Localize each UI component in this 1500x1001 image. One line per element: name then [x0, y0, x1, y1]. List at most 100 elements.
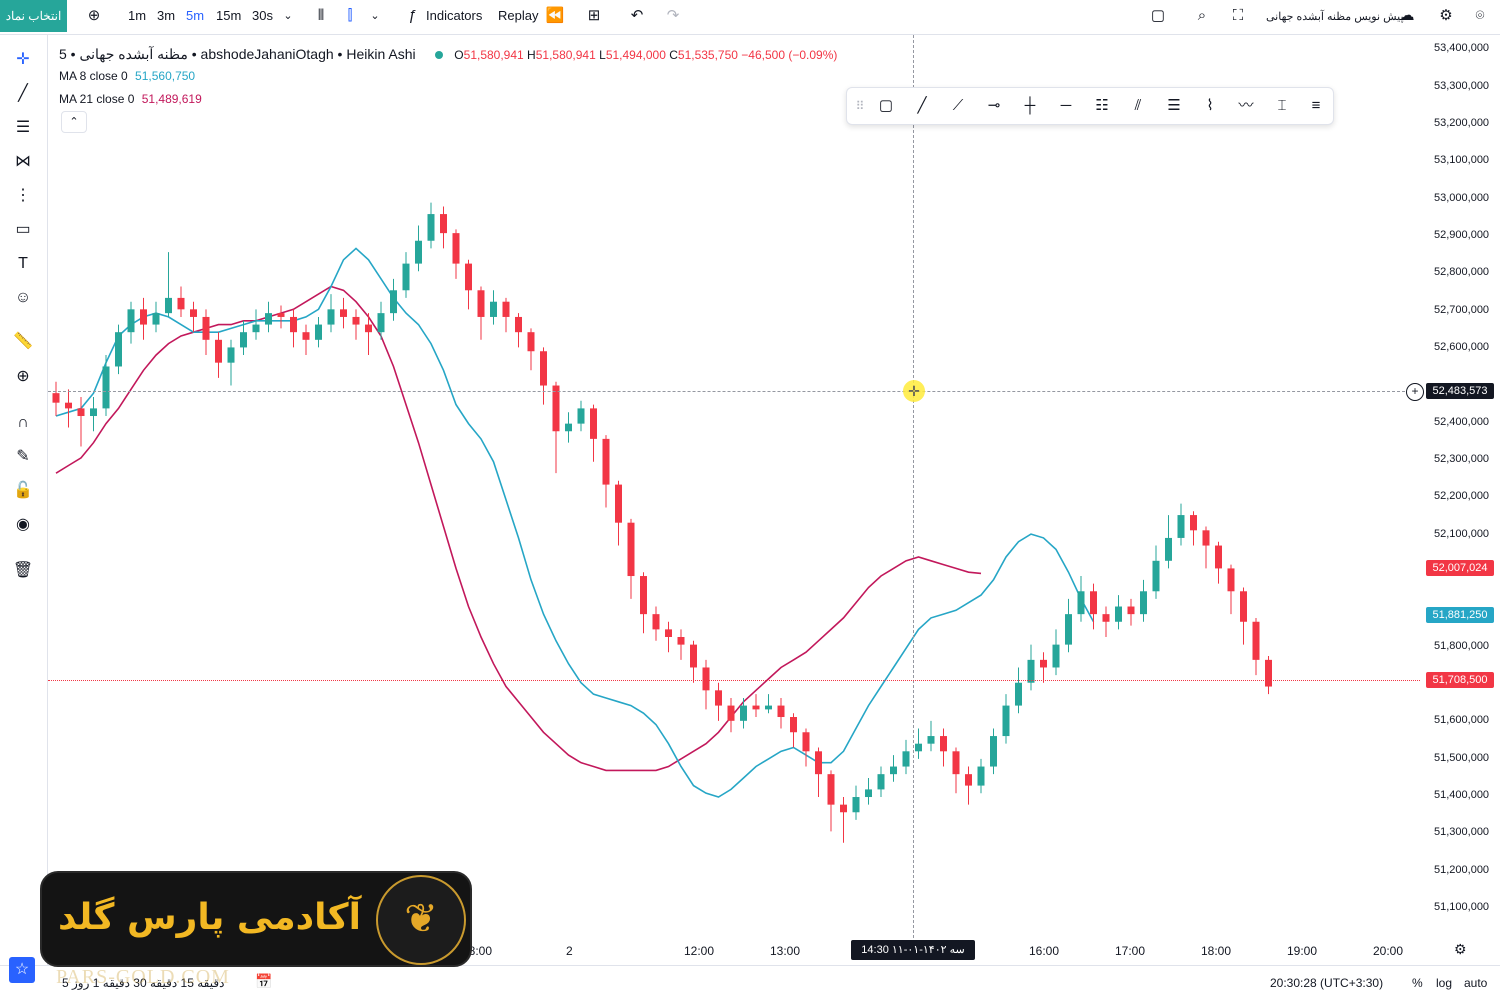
- vertical-line-icon[interactable]: ┼: [1019, 95, 1041, 117]
- candle: [802, 728, 810, 767]
- percent-toggle[interactable]: %: [1412, 976, 1423, 990]
- candle: [415, 225, 422, 272]
- time-label: 19:00: [1287, 944, 1318, 958]
- candle: [840, 797, 847, 843]
- fib-channel-icon[interactable]: ☰: [1163, 95, 1185, 117]
- candle: [1027, 644, 1035, 691]
- add-alert-icon[interactable]: +: [1406, 383, 1424, 401]
- candle: [640, 572, 647, 634]
- candle: [315, 316, 322, 348]
- more-tools-icon[interactable]: ≡: [1305, 95, 1327, 117]
- trend-line-tool-icon[interactable]: ╱: [911, 95, 933, 117]
- price-range-icon[interactable]: ⌶: [1271, 95, 1293, 117]
- academy-logo-banner: آکادمی پارس گلد ❦: [40, 871, 472, 967]
- chart-legend: مظنه آبشده جهانی • 5 • abshodeJahaniOtag…: [59, 46, 837, 63]
- candle: [740, 697, 747, 729]
- candle: [852, 785, 860, 820]
- candle: [227, 339, 235, 386]
- candle: [127, 301, 135, 344]
- candle: [890, 755, 897, 782]
- candle: [952, 747, 960, 794]
- rectangle-tool-icon[interactable]: ▢: [875, 95, 897, 117]
- price-label: 51,800,000: [1434, 640, 1490, 652]
- candle: [1227, 564, 1235, 615]
- path-tool-icon[interactable]: 〰: [1235, 95, 1257, 117]
- ma8-legend[interactable]: MA 8 close 0 51,560,750: [59, 69, 195, 83]
- ma21-value: 51,489,619: [141, 92, 202, 106]
- candle: [1115, 595, 1122, 630]
- candle: [990, 728, 997, 775]
- candle: [702, 659, 710, 710]
- candle: [352, 309, 360, 340]
- candle: [52, 381, 60, 417]
- ma21-legend[interactable]: MA 21 close 0 51,489,619: [59, 92, 202, 106]
- price-label: 51,400,000: [1434, 789, 1490, 801]
- price-label: 53,000,000: [1434, 192, 1490, 204]
- elliott-wave-icon[interactable]: ⌇: [1199, 95, 1221, 117]
- price-chart[interactable]: [0, 0, 1500, 1000]
- candle: [1177, 503, 1185, 546]
- candle: [527, 328, 535, 371]
- candle: [777, 697, 785, 729]
- candle: [1152, 545, 1160, 599]
- ma8-line: [55, 247, 1095, 798]
- candle: [202, 309, 210, 356]
- candle: [1190, 511, 1197, 546]
- parallel-channel-icon[interactable]: ⫽: [1127, 95, 1149, 117]
- ohlc-values: O51,580,941 H51,580,941 L51,494,000 C51,…: [454, 48, 838, 62]
- candle: [427, 202, 435, 249]
- price-label: 53,400,000: [1434, 42, 1490, 54]
- ma21-label: MA 21 close 0: [59, 92, 135, 106]
- drag-handle-icon[interactable]: ⠿: [849, 95, 871, 117]
- candle: [940, 728, 947, 767]
- favorites-star-icon[interactable]: ☆: [9, 957, 35, 983]
- calendar-icon[interactable]: 📅: [255, 973, 272, 990]
- candle: [440, 206, 447, 249]
- candle: [452, 229, 460, 279]
- ma8-price-tag: 51,881,250: [1426, 607, 1494, 623]
- collapse-legend-button[interactable]: ⌃: [61, 111, 87, 133]
- candle: [1015, 667, 1022, 714]
- candle: [65, 389, 72, 428]
- price-label: 52,600,000: [1434, 341, 1490, 353]
- candle: [277, 305, 285, 329]
- ray-tool-icon[interactable]: ⟋: [947, 95, 969, 117]
- price-label: 51,500,000: [1434, 752, 1490, 764]
- candle: [1102, 606, 1110, 637]
- price-label: 51,600,000: [1434, 714, 1490, 726]
- candle: [965, 766, 972, 805]
- candle: [1002, 694, 1010, 744]
- candle: [390, 278, 397, 321]
- price-label: 53,200,000: [1434, 117, 1490, 129]
- candle: [327, 294, 335, 333]
- candle: [1252, 617, 1260, 676]
- watermark: PARS-GOLD.COM: [56, 966, 230, 988]
- auto-toggle[interactable]: auto: [1464, 976, 1487, 990]
- time-label: 16:00: [1029, 944, 1060, 958]
- price-label: 53,300,000: [1434, 80, 1490, 92]
- ma8-label: MA 8 close 0: [59, 69, 128, 83]
- log-toggle[interactable]: log: [1436, 976, 1452, 990]
- last-price-tag: 51,708,500: [1426, 672, 1494, 688]
- price-label: 52,300,000: [1434, 453, 1490, 465]
- price-axis[interactable]: 53,400,000 53,300,000 53,200,000 53,100,…: [1406, 35, 1500, 965]
- candle: [215, 332, 222, 378]
- time-label: 18:00: [1201, 944, 1232, 958]
- market-status-dot: [434, 51, 443, 59]
- candle: [1215, 541, 1222, 584]
- chart-settings-gear-icon[interactable]: ⚙: [1454, 941, 1467, 958]
- horizontal-line-icon[interactable]: ─: [1055, 95, 1077, 117]
- candle: [502, 297, 510, 333]
- symbol-title[interactable]: مظنه آبشده جهانی • 5 • abshodeJahaniOtag…: [59, 46, 416, 62]
- price-label: 51,300,000: [1434, 826, 1490, 838]
- candle: [265, 301, 272, 333]
- candle: [190, 301, 197, 333]
- horizontal-ray-icon[interactable]: ⊸: [983, 95, 1005, 117]
- clock[interactable]: 20:30:28 (UTC+3:30): [1270, 976, 1383, 990]
- fib-levels-icon[interactable]: ☷: [1091, 95, 1113, 117]
- ma21-line: [55, 285, 982, 772]
- candle: [877, 766, 885, 798]
- phoenix-emblem-icon: ❦: [376, 875, 466, 965]
- candle: [1090, 583, 1097, 630]
- candle: [490, 290, 497, 325]
